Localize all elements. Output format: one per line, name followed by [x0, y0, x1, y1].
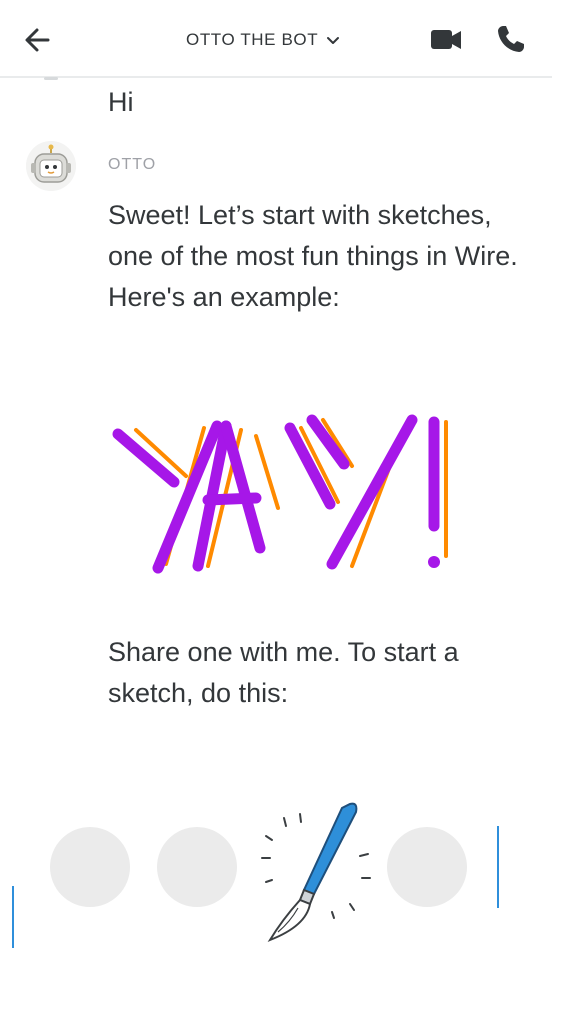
message-sender-name: OTTO [108, 156, 157, 173]
conversation-title-button[interactable]: OTTO THE BOT [186, 26, 340, 54]
video-call-button[interactable] [428, 24, 464, 56]
arrow-left-icon [25, 28, 50, 52]
blue-indicator-right [497, 826, 499, 908]
blue-indicator-left [12, 886, 14, 948]
chevron-down-icon [327, 37, 340, 44]
back-button[interactable] [20, 22, 56, 58]
placeholder-circle [157, 827, 237, 907]
scroll-indicator [44, 77, 58, 80]
conversation-screen: OTTO THE BOT Hi OTTO Sweet! Let’s start … [0, 0, 563, 1024]
conversation-header: OTTO THE BOT [0, 0, 552, 78]
audio-call-button[interactable] [494, 22, 528, 56]
conversation-title: OTTO THE BOT [186, 30, 319, 49]
phone-icon [498, 26, 524, 52]
robot-avatar-icon [26, 141, 76, 191]
bot-message-text: Sweet! Let’s start with sketches, one of… [108, 200, 518, 312]
placeholder-circle [50, 827, 130, 907]
paintbrush-icon[interactable] [254, 796, 378, 946]
sketch-image[interactable] [100, 398, 460, 578]
bot-avatar[interactable] [26, 141, 76, 191]
placeholder-circle [387, 827, 467, 907]
video-camera-icon [431, 30, 461, 49]
message-self-text: Hi [108, 87, 134, 117]
bot-follow-up-text: Share one with me. To start a sketch, do… [108, 637, 459, 708]
